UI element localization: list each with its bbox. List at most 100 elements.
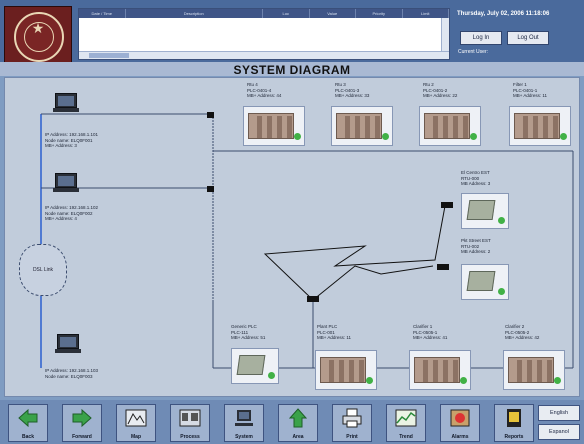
scroll-thumb[interactable] bbox=[89, 53, 129, 58]
plc-rtu3[interactable] bbox=[331, 106, 393, 146]
plc-chassis-icon bbox=[508, 357, 554, 383]
alarm-col-value[interactable]: Value bbox=[310, 9, 356, 18]
alarm-col-description[interactable]: Description bbox=[126, 9, 263, 18]
forward-label: Forward bbox=[72, 434, 92, 440]
print-button[interactable]: Print bbox=[332, 404, 372, 442]
arrow-left-icon bbox=[18, 408, 38, 428]
area-button[interactable]: Area bbox=[278, 404, 318, 442]
alarm-summary-table[interactable]: Date / Time Description Loc Value Priori… bbox=[78, 8, 450, 60]
page-title: SYSTEM DIAGRAM bbox=[233, 63, 351, 77]
plc-rtu2[interactable] bbox=[419, 106, 481, 146]
status-ok-icon bbox=[560, 133, 567, 140]
radio-modem-icon bbox=[307, 296, 319, 302]
alarm-col-limit[interactable]: Limit bbox=[403, 9, 449, 18]
plc-clarifier2-label: Clarifier 2 PLC-0505-2 MB+ Address: 42 bbox=[505, 324, 540, 340]
plc-filter1-label: Filter 1 PLC-0401-1 MB+ Address: 11 bbox=[513, 82, 548, 98]
alarm-icon bbox=[450, 409, 470, 427]
plc-plant[interactable] bbox=[315, 350, 377, 390]
logout-button[interactable]: Log Out bbox=[507, 31, 549, 45]
radio-link-1 bbox=[263, 205, 446, 301]
system-button[interactable]: System bbox=[224, 404, 264, 442]
system-label: System bbox=[235, 434, 253, 440]
alarms-button[interactable]: Alarms bbox=[440, 404, 480, 442]
trend-button[interactable]: Trend bbox=[386, 404, 426, 442]
status-ok-icon bbox=[470, 133, 477, 140]
plc-rtu4[interactable] bbox=[243, 106, 305, 146]
hmi-window: ★ Date / Time Description Loc Value Prio… bbox=[0, 0, 584, 444]
plc-rtu4-label: Rtu 4 PLC-0401-4 MB+ Address: 44 bbox=[247, 82, 282, 98]
alarm-col-priority[interactable]: Priority bbox=[356, 9, 403, 18]
plc-generic[interactable] bbox=[231, 348, 279, 384]
process-label: Process bbox=[180, 434, 200, 440]
workstation-3-label: IP Address: 192.168.1.103 Node name: ELQ… bbox=[45, 368, 98, 379]
espanol-button[interactable]: Espanol bbox=[538, 424, 580, 440]
monitor-icon bbox=[55, 93, 77, 108]
process-button[interactable]: Process bbox=[170, 404, 210, 442]
plc-clarifier2[interactable] bbox=[503, 350, 565, 390]
plc-chassis-icon bbox=[514, 113, 560, 139]
plc-chassis-icon bbox=[424, 113, 470, 139]
ws3-ip: IP Address: 192.168.1.103 bbox=[45, 368, 98, 373]
ws1-mb: MB+ Address: 3 bbox=[45, 143, 77, 148]
rtu-device-icon bbox=[466, 271, 496, 291]
workstation-3[interactable] bbox=[55, 334, 81, 353]
alarm-horizontal-scrollbar[interactable] bbox=[79, 51, 449, 59]
switch-icon bbox=[207, 186, 214, 192]
alarm-header-row: Date / Time Description Loc Value Priori… bbox=[79, 9, 449, 18]
trend-icon bbox=[395, 409, 417, 427]
map-button[interactable]: Map bbox=[116, 404, 156, 442]
computer-icon bbox=[235, 410, 253, 426]
plc-clarifier1-label: Clarifier 1 PLC-0505-1 MB+ Address: 41 bbox=[413, 324, 448, 340]
status-ok-icon bbox=[294, 133, 301, 140]
plc-rtu3-label: Rtu 3 PLC-0401-3 MB+ Address: 33 bbox=[335, 82, 370, 98]
rtu-device-icon bbox=[466, 200, 496, 220]
plc-chassis-icon bbox=[320, 357, 366, 383]
system-diagram-canvas: IP Address: 192.168.1.101 Node name: ELQ… bbox=[4, 77, 580, 397]
arrow-up-icon bbox=[288, 408, 308, 428]
ws2-mb: MB+ Address: 4 bbox=[45, 216, 77, 221]
ws3-node: Node name: ELQ0F003 bbox=[45, 373, 93, 379]
login-button[interactable]: Log In bbox=[460, 31, 502, 45]
trend-label: Trend bbox=[399, 434, 413, 440]
radio-device-1[interactable] bbox=[461, 193, 509, 229]
ws1-ip: IP Address: 192.168.1.101 bbox=[45, 132, 98, 137]
current-datetime: Thursday, July 02, 2006 11:18:06 bbox=[457, 11, 550, 17]
back-label: Back bbox=[22, 434, 34, 440]
keyboard-icon bbox=[55, 349, 81, 353]
workstation-1-label: IP Address: 192.168.1.101 Node name: ELQ… bbox=[45, 132, 98, 149]
radio-modem-icon bbox=[441, 202, 453, 208]
status-ok-icon bbox=[498, 288, 505, 295]
dsl-label: DSL Link bbox=[32, 267, 54, 273]
radio-device-1-label: El Centro EST RTU-000 MB Address: 3 bbox=[461, 170, 491, 186]
workstation-2[interactable] bbox=[53, 173, 79, 192]
arrow-right-icon bbox=[72, 408, 92, 428]
alarm-vertical-scrollbar[interactable] bbox=[441, 18, 449, 53]
keyboard-icon bbox=[53, 188, 79, 192]
status-ok-icon bbox=[366, 377, 373, 384]
status-ok-icon bbox=[498, 217, 505, 224]
radio-device-2[interactable] bbox=[461, 264, 509, 300]
alarm-col-datetime[interactable]: Date / Time bbox=[79, 9, 126, 18]
print-label: Print bbox=[346, 434, 358, 440]
radio-modem-icon bbox=[437, 264, 449, 270]
radio-device-2-label: Pkt Street EST RTU-002 MB Address: 2 bbox=[461, 238, 491, 254]
english-button[interactable]: English bbox=[538, 405, 580, 421]
plc-clarifier1[interactable] bbox=[409, 350, 471, 390]
keyboard-icon bbox=[53, 108, 79, 112]
alarm-col-loc[interactable]: Loc bbox=[263, 9, 310, 18]
plc-filter1[interactable] bbox=[509, 106, 571, 146]
plc-chassis-icon bbox=[248, 113, 294, 139]
map-icon bbox=[125, 409, 147, 427]
reports-button[interactable]: Reports bbox=[494, 404, 534, 442]
back-button[interactable]: Back bbox=[8, 404, 48, 442]
forward-button[interactable]: Forward bbox=[62, 404, 102, 442]
plc-generic-label: Generic PLC PLC-111 MB+ Address: 51 bbox=[231, 324, 266, 340]
process-icon bbox=[179, 409, 201, 427]
status-ok-icon bbox=[554, 377, 561, 384]
workstation-1[interactable] bbox=[53, 93, 79, 112]
map-label: Map bbox=[131, 434, 141, 440]
current-user-label: Current User: bbox=[458, 49, 489, 55]
report-icon bbox=[507, 409, 521, 427]
status-ok-icon bbox=[460, 377, 467, 384]
dsl-cloud: DSL Link bbox=[19, 244, 67, 296]
